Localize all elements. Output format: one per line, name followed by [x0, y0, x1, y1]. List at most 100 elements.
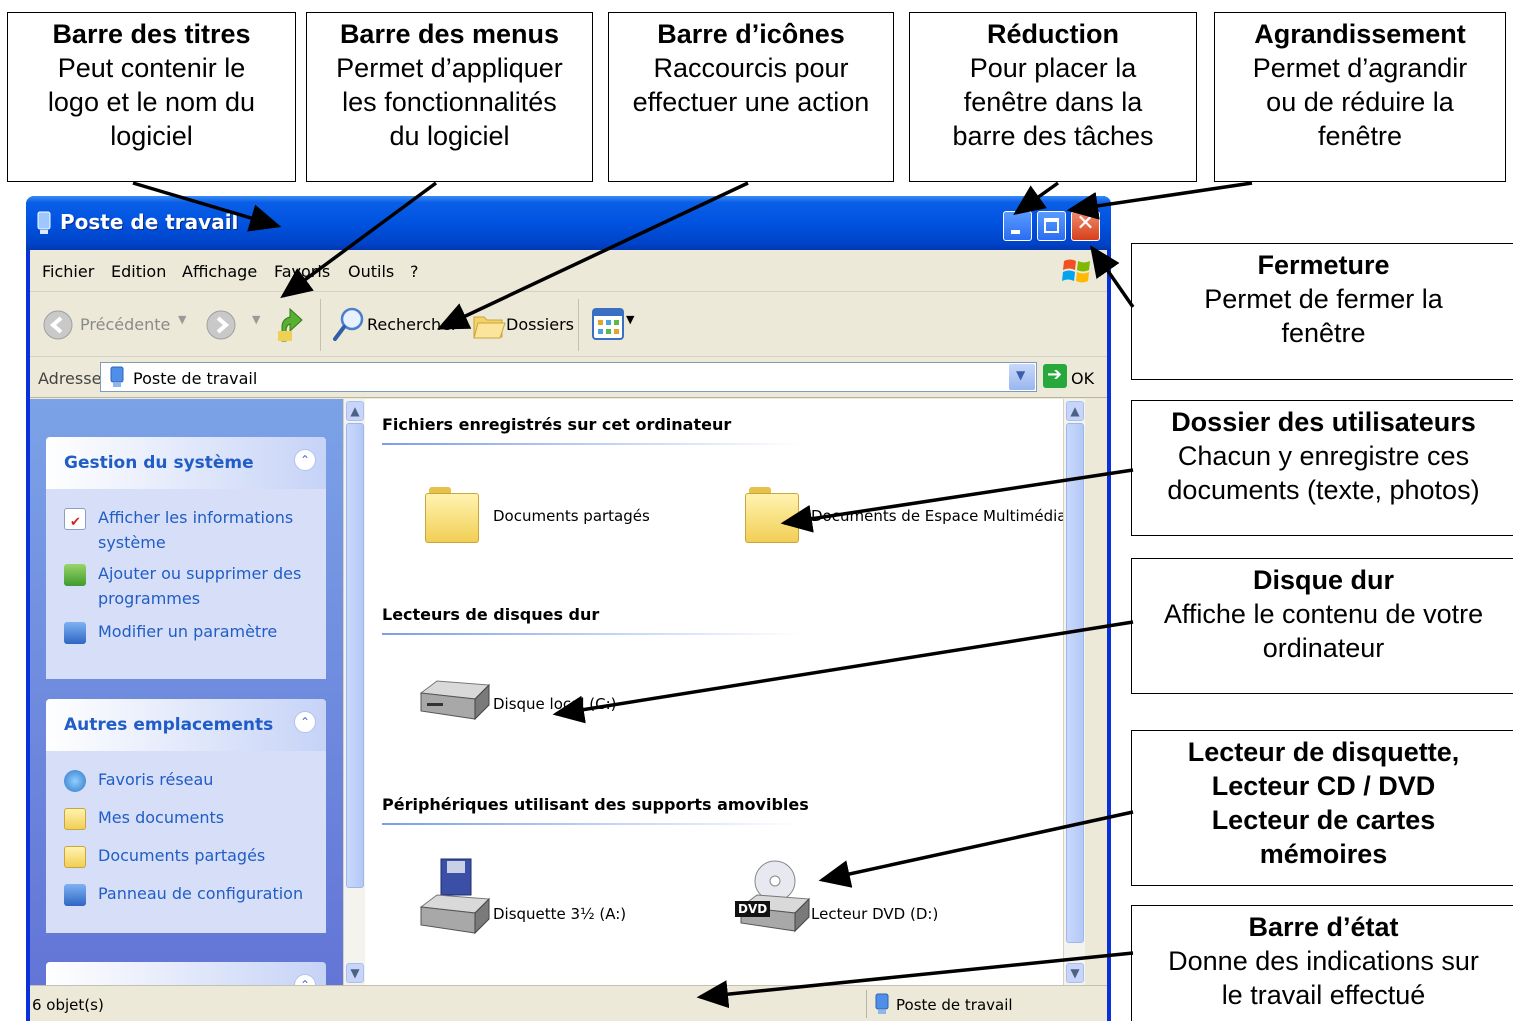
menu-edition[interactable]: Edition [111, 262, 166, 281]
views-icon[interactable] [592, 308, 624, 340]
up-folder-icon[interactable] [276, 305, 304, 343]
task-pane: Gestion du système ⌃ ✔ Afficher les info… [30, 399, 343, 1014]
address-dropdown-button[interactable]: ▼ [1009, 364, 1035, 390]
go-button[interactable]: OK [1071, 369, 1094, 388]
item-floppy[interactable]: Disquette 3½ (A:) [493, 905, 626, 923]
chevron-down-icon[interactable]: ▼ [178, 313, 186, 326]
link-shared-documents[interactable]: Documents partagés [64, 843, 314, 868]
chevron-down-icon[interactable]: ▼ [252, 313, 260, 326]
annotation-title: Disque dur [1252, 565, 1394, 595]
link-label: Favoris réseau [98, 770, 214, 789]
group-divider [382, 823, 802, 825]
windows-logo-icon [1062, 259, 1090, 283]
annotation-harddisk: Disque dur Affiche le contenu de votre o… [1131, 558, 1513, 694]
scroll-up-icon[interactable]: ▲ [1066, 401, 1084, 421]
maximize-button[interactable] [1037, 211, 1066, 241]
folders-label[interactable]: Dossiers [506, 315, 574, 334]
annotation-line: le travail effectué [1221, 980, 1426, 1010]
menu-help[interactable]: ? [410, 262, 419, 281]
search-label[interactable]: Rechercher [367, 315, 458, 334]
annotation-menubar: Barre des menus Permet d’appliquer les f… [306, 12, 593, 182]
menu-fichier[interactable]: Fichier [42, 262, 94, 281]
annotation-line: ou de réduire la [1266, 87, 1454, 117]
item-user-documents[interactable]: Documents de Espace Multimédia [811, 507, 1066, 525]
task-pane-scrollbar[interactable]: ▲ ▼ [343, 399, 365, 985]
task-system-info[interactable]: ✔ Afficher les informations système [64, 505, 314, 555]
hard-disk-icon[interactable] [417, 675, 491, 723]
computer-icon [875, 993, 889, 1014]
scroll-down-icon[interactable]: ▼ [1066, 963, 1084, 983]
address-input[interactable]: Poste de travail ▼ [100, 362, 1037, 392]
annotation-statusbar: Barre d’état Donne des indications sur l… [1131, 905, 1513, 1021]
group-divider [382, 443, 802, 445]
annotation-line: Permet d’appliquer [336, 53, 563, 83]
folders-icon[interactable] [472, 307, 506, 341]
link-network[interactable]: Favoris réseau [64, 767, 314, 792]
back-arrow-icon[interactable] [42, 309, 74, 341]
link-label: Mes documents [98, 808, 225, 827]
explorer-body: Gestion du système ⌃ ✔ Afficher les info… [30, 399, 1107, 1014]
annotation-line: Permet de fermer la [1204, 284, 1443, 314]
dvd-drive-icon[interactable] [737, 859, 811, 933]
close-button[interactable]: ✕ [1071, 211, 1100, 241]
menu-outils[interactable]: Outils [348, 262, 394, 281]
group-title: Lecteurs de disques dur [382, 605, 600, 624]
menu-favoris[interactable]: Favoris [274, 262, 330, 281]
scroll-down-icon[interactable]: ▼ [346, 963, 364, 983]
toolbar-separator [320, 299, 321, 351]
panel-system: Gestion du système ⌃ ✔ Afficher les info… [46, 437, 326, 679]
link-control-panel[interactable]: Panneau de configuration [64, 881, 314, 906]
annotation-title: Lecteur de cartes [1211, 805, 1436, 835]
go-arrow-icon[interactable]: ➔ [1043, 364, 1067, 388]
annotation-line: Pour placer la [969, 53, 1137, 83]
panel-header[interactable]: Autres emplacements ⌃ [46, 699, 326, 751]
panel-title: Autres emplacements [64, 715, 274, 735]
task-label: Ajouter ou supprimer des programmes [98, 564, 302, 608]
chevron-down-icon[interactable]: ▼ [626, 313, 634, 326]
annotation-line: barre des tâches [952, 121, 1154, 151]
search-icon[interactable] [332, 305, 366, 343]
address-bar: Adresse Poste de travail ▼ ➔ OK [30, 358, 1107, 398]
info-icon: ✔ [64, 508, 86, 530]
back-label[interactable]: Précédente [80, 315, 170, 334]
annotation-line: Permet d’agrandir [1252, 53, 1468, 83]
forward-arrow-icon[interactable] [205, 309, 237, 341]
annotation-line: Affiche le contenu de votre [1163, 599, 1484, 629]
scrollbar-thumb[interactable] [1066, 423, 1084, 943]
annotation-close: Fermeture Permet de fermer la fenêtre [1131, 243, 1513, 380]
title-bar[interactable]: Poste de travail ✕ [26, 196, 1111, 250]
item-shared-documents[interactable]: Documents partagés [493, 507, 650, 525]
status-object-count: 6 objet(s) [32, 996, 104, 1014]
annotation-line: Raccourcis pour [653, 53, 849, 83]
annotation-maximize: Agrandissement Permet d’agrandir ou de r… [1214, 12, 1506, 182]
scrollbar-thumb[interactable] [346, 423, 364, 888]
collapse-icon[interactable]: ⌃ [294, 711, 316, 733]
folder-icon[interactable] [425, 485, 479, 543]
minimize-button[interactable] [1003, 211, 1032, 241]
task-label: Modifier un paramètre [98, 622, 278, 641]
item-local-disk[interactable]: Disque local (C:) [493, 695, 617, 713]
task-add-remove[interactable]: Ajouter ou supprimer des programmes [64, 561, 314, 611]
task-settings[interactable]: Modifier un paramètre [64, 619, 314, 644]
address-label: Adresse [38, 369, 102, 388]
network-icon [64, 770, 86, 792]
item-dvd[interactable]: Lecteur DVD (D:) [811, 905, 938, 923]
scroll-up-icon[interactable]: ▲ [346, 401, 364, 421]
link-my-documents[interactable]: Mes documents [64, 805, 314, 830]
window-client: Fichier Edition Affichage Favoris Outils… [30, 250, 1107, 1021]
annotation-line: fenêtre dans la [963, 87, 1143, 117]
annotation-userfolder: Dossier des utilisateurs Chacun y enregi… [1131, 400, 1513, 536]
status-bar: 6 objet(s) Poste de travail [30, 985, 1107, 1021]
computer-icon [110, 366, 124, 387]
explorer-window: Poste de travail ✕ Fichier Edition Affic… [26, 196, 1111, 1021]
annotation-title: Réduction [987, 19, 1119, 49]
toolbar-separator [578, 299, 579, 351]
collapse-icon[interactable]: ⌃ [294, 449, 316, 471]
content-scrollbar[interactable]: ▲ ▼ [1063, 399, 1085, 985]
address-value: Poste de travail [133, 369, 258, 388]
folder-icon[interactable] [745, 485, 799, 543]
floppy-drive-icon[interactable] [417, 857, 491, 935]
link-label: Panneau de configuration [98, 884, 304, 903]
panel-header[interactable]: Gestion du système ⌃ [46, 437, 326, 489]
menu-affichage[interactable]: Affichage [182, 262, 257, 281]
